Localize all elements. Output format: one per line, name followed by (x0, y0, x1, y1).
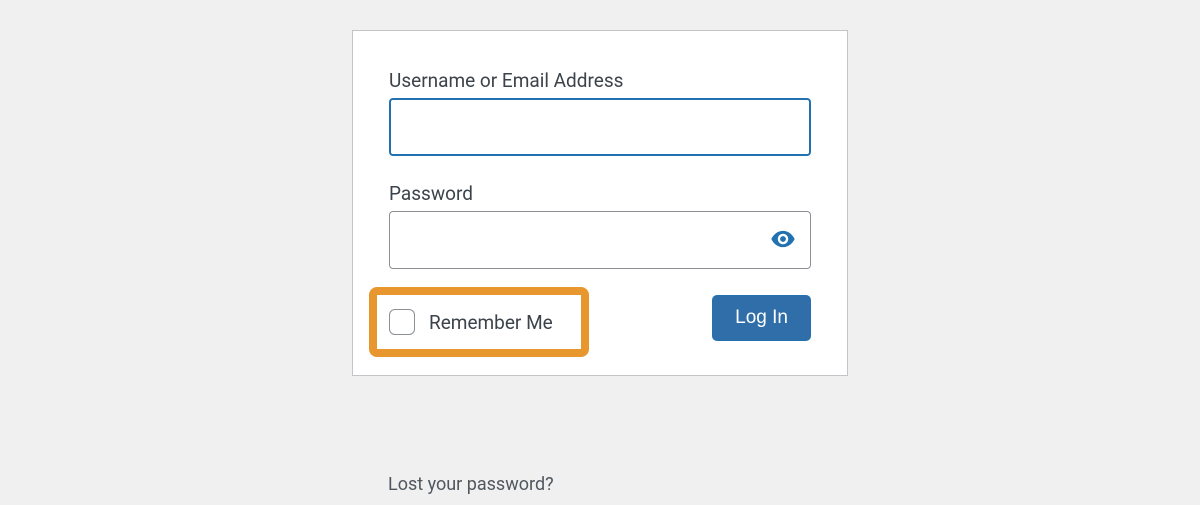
login-form: Username or Email Address Password Remem… (352, 30, 848, 376)
lost-password-wrap: Lost your password? (388, 474, 554, 495)
remember-me-label[interactable]: Remember Me (429, 311, 553, 334)
password-label: Password (389, 182, 811, 205)
username-label: Username or Email Address (389, 69, 811, 92)
username-input[interactable] (389, 98, 811, 156)
show-password-button[interactable] (763, 220, 803, 260)
password-field-wrap (389, 211, 811, 269)
eye-icon (769, 225, 797, 256)
remember-me-checkbox[interactable] (389, 309, 415, 335)
form-bottom-row: Remember Me Log In (389, 287, 811, 349)
remember-me-highlight: Remember Me (369, 287, 589, 357)
password-input[interactable] (389, 211, 811, 269)
login-button[interactable]: Log In (712, 295, 811, 341)
lost-password-link[interactable]: Lost your password? (388, 474, 554, 495)
